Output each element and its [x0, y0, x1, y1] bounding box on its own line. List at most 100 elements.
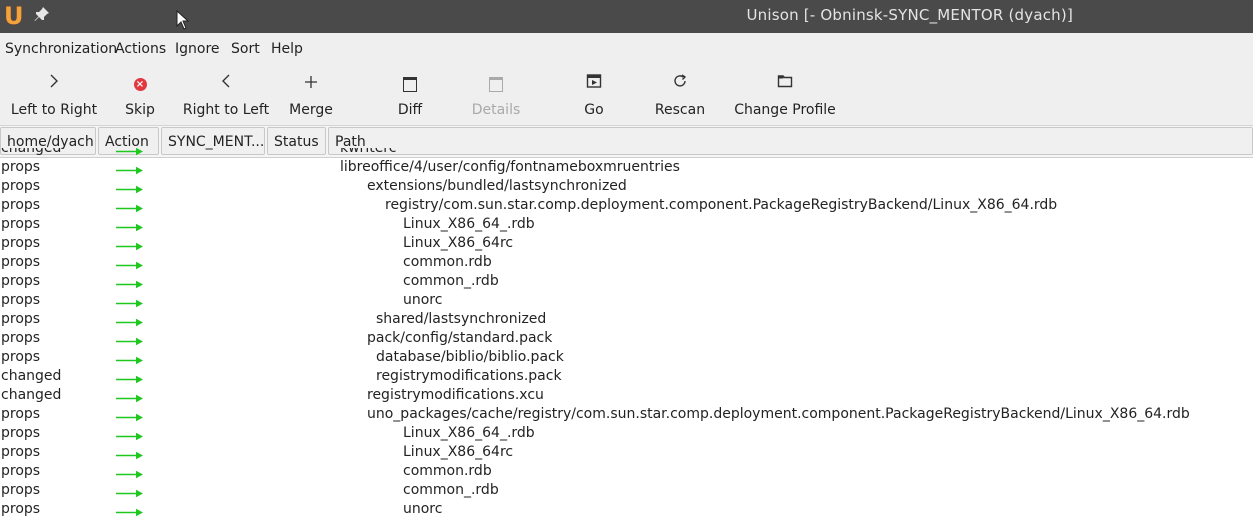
table-row[interactable]: props common_.rdb	[0, 272, 1253, 291]
folder-icon	[734, 73, 836, 97]
table-row[interactable]: props unorc	[0, 291, 1253, 310]
right-to-left-button[interactable]: Right to Left	[180, 65, 272, 125]
chevron-right-icon	[8, 73, 100, 97]
row-path: unorc	[403, 292, 443, 308]
mouse-cursor-icon	[176, 9, 190, 34]
rescan-icon	[650, 73, 710, 97]
merge-label: Merge	[289, 102, 333, 118]
diff-label: Diff	[397, 102, 423, 118]
row-status: props	[1, 254, 41, 270]
table-row[interactable]: props pack/config/standard.pack	[0, 329, 1253, 348]
row-path: Linux_X86_64rc	[403, 235, 514, 251]
row-status: changed	[1, 148, 62, 156]
row-path: database/biblio/biblio.pack	[376, 349, 564, 365]
table-row[interactable]: props registry/com.sun.star.comp.deployme…	[0, 196, 1253, 215]
row-path: Linux_X86_64rc	[403, 444, 514, 460]
row-status: changed	[1, 368, 62, 384]
table-row[interactable]: changed registrymodifications.xcu	[0, 386, 1253, 405]
rescan-button[interactable]: Rescan	[650, 65, 710, 125]
table-row[interactable]: changed registrymodifications.pack	[0, 367, 1253, 386]
details-button[interactable]: Details	[468, 65, 524, 125]
table-row[interactable]: props shared/lastsynchronized	[0, 310, 1253, 329]
table-row[interactable]: props unorc	[0, 500, 1253, 519]
pin-icon[interactable]	[34, 6, 52, 24]
go-button[interactable]: Go	[574, 65, 614, 125]
row-path: common.rdb	[403, 254, 492, 270]
plus-icon	[284, 73, 338, 97]
diff-icon	[388, 73, 432, 97]
diff-button[interactable]: Diff	[388, 65, 432, 125]
go-label: Go	[584, 102, 604, 118]
right-arrow-icon	[116, 505, 144, 521]
table-row[interactable]: props common_.rdb	[0, 481, 1253, 500]
menu-sort[interactable]: Sort	[231, 41, 260, 57]
row-path: pack/config/standard.pack	[367, 330, 553, 346]
row-status: props	[1, 501, 41, 517]
row-status: props	[1, 292, 41, 308]
row-status: props	[1, 482, 41, 498]
rescan-label: Rescan	[654, 102, 706, 118]
row-path: registrymodifications.pack	[376, 368, 562, 384]
skip-button[interactable]: × Skip	[115, 65, 165, 125]
details-label: Details	[471, 102, 521, 118]
menu-bar: Synchronization Actions Ignore Sort Help	[0, 33, 1253, 65]
row-status: props	[1, 330, 41, 346]
row-status: props	[1, 235, 41, 251]
row-status: props	[1, 273, 41, 289]
details-icon	[468, 73, 524, 97]
row-path: common_.rdb	[403, 273, 499, 289]
row-status: props	[1, 406, 41, 422]
row-path: kwriterc	[340, 148, 397, 156]
table-row[interactable]: props uno_packages/cache/registry/com.sun…	[0, 405, 1253, 424]
menu-ignore[interactable]: Ignore	[175, 41, 220, 57]
change-profile-button[interactable]: Change Profile	[734, 65, 836, 125]
menu-actions[interactable]: Actions	[115, 41, 166, 57]
table-row[interactable]: props Linux_X86_64rc	[0, 443, 1253, 462]
row-path: registry/com.sun.star.comp.deployment.co…	[385, 197, 1058, 213]
toolbar: Left to Right × Skip Right to Left Merge…	[0, 65, 1253, 126]
left-to-right-button[interactable]: Left to Right	[8, 65, 100, 125]
row-path: shared/lastsynchronized	[376, 311, 547, 327]
row-path: common_.rdb	[403, 482, 499, 498]
go-icon	[574, 73, 614, 97]
table-row[interactable]: changed kwriterc	[0, 148, 1253, 158]
row-path: Linux_X86_64_.rdb	[403, 216, 535, 232]
title-bar: U Unison [- Obninsk-SYNC_MENTOR (dyach)]	[0, 0, 1253, 33]
row-status: changed	[1, 387, 62, 403]
skip-label: Skip	[125, 102, 155, 118]
window-title: Unison [- Obninsk-SYNC_MENTOR (dyach)]	[746, 6, 1073, 24]
row-status: props	[1, 178, 41, 194]
right-to-left-label: Right to Left	[182, 102, 270, 118]
table-row[interactable]: props Linux_X86_64_.rdb	[0, 424, 1253, 443]
change-profile-label: Change Profile	[734, 102, 836, 118]
menu-help[interactable]: Help	[271, 41, 303, 57]
table-row[interactable]: props extensions/bundled/lastsynchronized	[0, 177, 1253, 196]
row-status: props	[1, 425, 41, 441]
row-status: props	[1, 216, 41, 232]
row-path: uno_packages/cache/registry/com.sun.star…	[367, 406, 1190, 422]
skip-icon: ×	[115, 73, 165, 97]
row-path: unorc	[403, 501, 443, 517]
row-status: props	[1, 311, 41, 327]
row-path: extensions/bundled/lastsynchronized	[367, 178, 627, 194]
table-row[interactable]: props Linux_X86_64rc	[0, 234, 1253, 253]
row-status: props	[1, 159, 41, 175]
file-list: changed kwriterc props libreoffice/4/user/c…	[0, 148, 1253, 532]
row-path: libreoffice/4/user/config/fontnameboxmru…	[340, 159, 680, 175]
table-row[interactable]: props Linux_X86_64_.rdb	[0, 215, 1253, 234]
row-path: Linux_X86_64_.rdb	[403, 425, 535, 441]
chevron-left-icon	[180, 73, 272, 97]
row-status: props	[1, 444, 41, 460]
menu-synchronization[interactable]: Synchronization	[5, 41, 117, 57]
row-status: props	[1, 463, 41, 479]
row-path: common.rdb	[403, 463, 492, 479]
merge-button[interactable]: Merge	[284, 65, 338, 125]
row-status: props	[1, 349, 41, 365]
table-row[interactable]: props common.rdb	[0, 253, 1253, 272]
unison-logo-icon[interactable]: U	[4, 4, 24, 28]
table-row[interactable]: props database/biblio/biblio.pack	[0, 348, 1253, 367]
row-path: registrymodifications.xcu	[367, 387, 544, 403]
table-row[interactable]: props libreoffice/4/user/config/fontnameb…	[0, 158, 1253, 177]
table-row[interactable]: props common.rdb	[0, 462, 1253, 481]
left-to-right-label: Left to Right	[10, 102, 98, 118]
